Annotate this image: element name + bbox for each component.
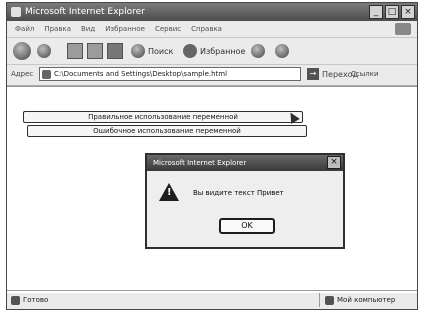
- address-bar: Адрес C:\Documents and Settings\Desktop\…: [7, 65, 417, 86]
- close-button[interactable]: ×: [401, 5, 415, 19]
- correct-variable-button[interactable]: Правильное использование переменной: [23, 111, 303, 123]
- browser-window: Microsoft Internet Explorer _ □ × Файл П…: [6, 2, 418, 310]
- back-arrow-icon: [13, 42, 31, 60]
- page-icon: [42, 70, 51, 79]
- favorites-label: Избранное: [200, 46, 246, 56]
- menu-file[interactable]: Файл: [15, 21, 34, 37]
- history-icon: [275, 44, 289, 58]
- go-arrow-icon: →: [307, 68, 319, 80]
- status-text: Готово: [23, 296, 49, 304]
- menu-bar: Файл Правка Вид Избранное Сервис Справка: [7, 21, 417, 38]
- home-button[interactable]: [107, 41, 123, 61]
- star-icon: [183, 44, 197, 58]
- done-icon: [11, 295, 20, 305]
- forward-arrow-icon: [37, 44, 51, 58]
- minimize-button[interactable]: _: [369, 5, 383, 19]
- stop-icon: [67, 43, 83, 59]
- forward-button[interactable]: [37, 41, 51, 61]
- status-divider: [319, 293, 320, 307]
- ie-icon: [11, 7, 21, 17]
- menu-edit[interactable]: Правка: [44, 21, 71, 37]
- menu-view[interactable]: Вид: [81, 21, 95, 37]
- toolbar: Поиск Избранное: [7, 38, 417, 65]
- search-label: Поиск: [148, 46, 174, 56]
- dialog-close-button[interactable]: ×: [327, 156, 341, 169]
- search-button[interactable]: Поиск: [131, 41, 173, 61]
- search-icon: [131, 44, 145, 58]
- warning-icon: !: [159, 183, 179, 201]
- wrong-variable-button[interactable]: Ошибочное использование переменной: [27, 125, 307, 137]
- address-url: C:\Documents and Settings\Desktop\sample…: [54, 70, 228, 78]
- menu-help[interactable]: Справка: [191, 21, 222, 37]
- address-label: Адрес: [11, 70, 34, 78]
- computer-zone-icon: [325, 295, 334, 305]
- media-icon: [251, 44, 265, 58]
- window-title: Microsoft Internet Explorer: [25, 7, 145, 17]
- favorites-button[interactable]: Избранное: [183, 41, 245, 61]
- page-content: Правильное использование переменной Ошиб…: [7, 86, 417, 293]
- menu-favorites[interactable]: Избранное: [105, 21, 145, 37]
- back-button[interactable]: [13, 41, 31, 61]
- media-button[interactable]: [251, 41, 265, 61]
- dialog-message: Вы видите текст Привет: [193, 189, 284, 197]
- zone-text: Мой компьютер: [337, 296, 396, 304]
- windows-flag-icon: [395, 23, 411, 35]
- refresh-icon: [87, 43, 103, 59]
- alert-dialog: Microsoft Internet Explorer × ! Вы видит…: [145, 153, 345, 249]
- history-button[interactable]: [275, 41, 289, 61]
- home-icon: [107, 43, 123, 59]
- refresh-button[interactable]: [87, 41, 103, 61]
- links-label[interactable]: Ссылки: [351, 70, 379, 78]
- status-bar: Готово Мой компьютер: [7, 290, 417, 309]
- ok-button[interactable]: OK: [219, 218, 275, 234]
- menu-tools[interactable]: Сервис: [155, 21, 181, 37]
- address-input[interactable]: C:\Documents and Settings\Desktop\sample…: [39, 67, 301, 81]
- maximize-button[interactable]: □: [385, 5, 399, 19]
- stop-button[interactable]: [67, 41, 83, 61]
- title-bar: Microsoft Internet Explorer _ □ ×: [7, 3, 417, 21]
- dialog-title: Microsoft Internet Explorer: [147, 155, 343, 171]
